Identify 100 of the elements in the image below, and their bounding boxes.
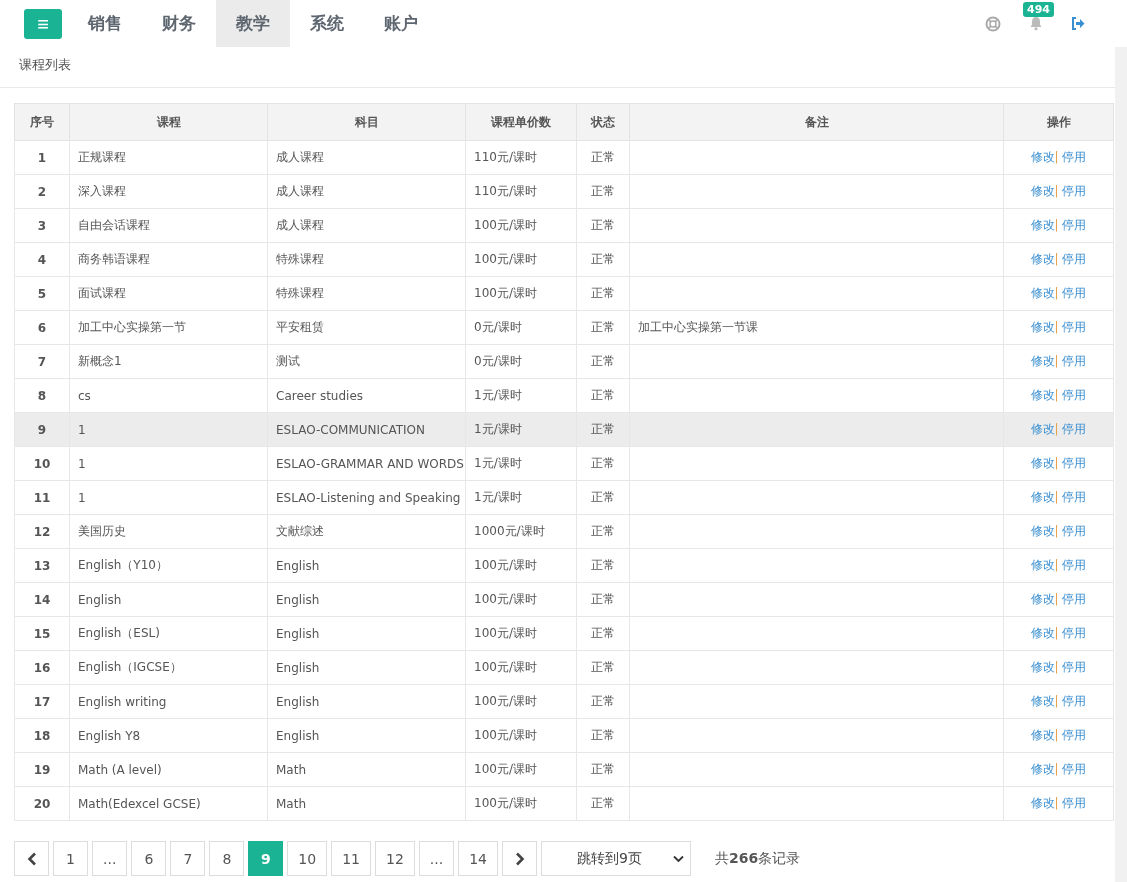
page-button[interactable]: 11 bbox=[331, 841, 371, 876]
next-page-button[interactable] bbox=[502, 841, 538, 876]
table-cell: 正常 bbox=[576, 786, 630, 821]
table-cell: 正规课程 bbox=[69, 140, 268, 175]
disable-link[interactable]: 停用 bbox=[1062, 286, 1087, 300]
record-count: 共266条记录 bbox=[715, 849, 801, 868]
table-cell: 1 bbox=[14, 140, 70, 175]
edit-link[interactable]: 修改 bbox=[1030, 184, 1055, 198]
previous-page-button[interactable] bbox=[14, 841, 49, 876]
separator: | bbox=[1054, 558, 1059, 572]
edit-link[interactable]: 修改 bbox=[1030, 694, 1055, 708]
edit-link[interactable]: 修改 bbox=[1030, 320, 1055, 334]
table-cell: 商务韩语课程 bbox=[69, 242, 268, 277]
table-cell: 100元/课时 bbox=[465, 650, 577, 685]
table-cell: 9 bbox=[14, 412, 70, 447]
table-cell: English bbox=[267, 718, 466, 753]
disable-link[interactable]: 停用 bbox=[1062, 388, 1087, 402]
nav-tab[interactable]: 系统 bbox=[290, 0, 364, 47]
disable-link[interactable]: 停用 bbox=[1062, 796, 1087, 810]
edit-link[interactable]: 修改 bbox=[1030, 388, 1055, 402]
page-button[interactable]: 9 bbox=[248, 841, 284, 876]
disable-link[interactable]: 停用 bbox=[1062, 320, 1087, 334]
table-cell: 正常 bbox=[576, 208, 630, 243]
column-header: 序号 bbox=[14, 103, 70, 141]
separator: | bbox=[1054, 626, 1059, 640]
table-cell: 14 bbox=[14, 582, 70, 617]
table-cell: 100元/课时 bbox=[465, 786, 577, 821]
separator: | bbox=[1054, 456, 1059, 470]
disable-link[interactable]: 停用 bbox=[1062, 762, 1087, 776]
disable-link[interactable]: 停用 bbox=[1062, 218, 1087, 232]
edit-link[interactable]: 修改 bbox=[1030, 218, 1055, 232]
table-cell: 1000元/课时 bbox=[465, 514, 577, 549]
table-cell: 正常 bbox=[576, 616, 630, 651]
disable-link[interactable]: 停用 bbox=[1062, 422, 1087, 436]
table-cell: 0元/课时 bbox=[465, 344, 577, 379]
page-button[interactable]: 8 bbox=[209, 841, 245, 876]
edit-link[interactable]: 修改 bbox=[1030, 796, 1055, 810]
edit-link[interactable]: 修改 bbox=[1030, 422, 1055, 436]
column-header: 课程 bbox=[69, 103, 268, 141]
nav-tab[interactable]: 教学 bbox=[216, 0, 290, 47]
table-cell: English（IGCSE） bbox=[69, 650, 268, 685]
scrollbar[interactable] bbox=[1115, 47, 1127, 882]
edit-link[interactable]: 修改 bbox=[1030, 490, 1055, 504]
disable-link[interactable]: 停用 bbox=[1062, 456, 1087, 470]
edit-link[interactable]: 修改 bbox=[1030, 150, 1055, 164]
edit-link[interactable]: 修改 bbox=[1030, 626, 1055, 640]
disable-link[interactable]: 停用 bbox=[1062, 184, 1087, 198]
page-button[interactable]: ... bbox=[92, 841, 128, 876]
nav-tab[interactable]: 财务 bbox=[142, 0, 216, 47]
disable-link[interactable]: 停用 bbox=[1062, 558, 1087, 572]
disable-link[interactable]: 停用 bbox=[1062, 660, 1087, 674]
nav-tab[interactable]: 销售 bbox=[68, 0, 142, 47]
nav-tab[interactable]: 账户 bbox=[364, 0, 438, 47]
table-cell: cs bbox=[69, 378, 268, 413]
edit-link[interactable]: 修改 bbox=[1030, 762, 1055, 776]
table-cell: 美国历史 bbox=[69, 514, 268, 549]
edit-link[interactable]: 修改 bbox=[1030, 592, 1055, 606]
page-button[interactable]: 1 bbox=[53, 841, 88, 876]
table-cell: 11 bbox=[14, 480, 70, 515]
table-cell: 正常 bbox=[576, 310, 630, 345]
disable-link[interactable]: 停用 bbox=[1062, 626, 1087, 640]
jump-to-page-select[interactable]: 跳转到9页 bbox=[541, 841, 692, 876]
separator: | bbox=[1054, 286, 1059, 300]
sign-out-icon[interactable] bbox=[1071, 17, 1085, 30]
table-cell: 17 bbox=[14, 684, 70, 719]
edit-link[interactable]: 修改 bbox=[1030, 660, 1055, 674]
column-header: 课程单价数 bbox=[465, 103, 577, 141]
disable-link[interactable]: 停用 bbox=[1062, 592, 1087, 606]
disable-link[interactable]: 停用 bbox=[1062, 252, 1087, 266]
disable-link[interactable]: 停用 bbox=[1062, 354, 1087, 368]
page-button[interactable]: 14 bbox=[458, 841, 499, 876]
edit-link[interactable]: 修改 bbox=[1030, 252, 1055, 266]
separator: | bbox=[1054, 422, 1059, 436]
menu-button[interactable]: ≡ bbox=[24, 8, 62, 39]
edit-link[interactable]: 修改 bbox=[1030, 354, 1055, 368]
page-button[interactable]: 12 bbox=[375, 841, 415, 876]
disable-link[interactable]: 停用 bbox=[1062, 524, 1087, 538]
page-button[interactable]: 10 bbox=[287, 841, 328, 876]
edit-link[interactable]: 修改 bbox=[1030, 456, 1055, 470]
edit-link[interactable]: 修改 bbox=[1030, 286, 1055, 300]
table-cell: 文献综述 bbox=[267, 514, 466, 549]
table-cell: 特殊课程 bbox=[267, 242, 466, 277]
edit-link[interactable]: 修改 bbox=[1030, 728, 1055, 742]
page-button[interactable]: ... bbox=[418, 841, 455, 876]
page-button[interactable]: 6 bbox=[131, 841, 167, 876]
edit-link[interactable]: 修改 bbox=[1030, 524, 1055, 538]
disable-link[interactable]: 停用 bbox=[1062, 150, 1087, 164]
disable-link[interactable]: 停用 bbox=[1062, 490, 1087, 504]
separator: | bbox=[1054, 218, 1059, 232]
edit-link[interactable]: 修改 bbox=[1030, 558, 1055, 572]
lifebuoy-icon[interactable] bbox=[985, 15, 1001, 32]
table-cell: 110元/课时 bbox=[465, 140, 577, 175]
breadcrumb: 课程列表 bbox=[19, 57, 71, 72]
bell-icon[interactable] bbox=[1029, 16, 1043, 31]
table-cell: ESLAO-COMMUNICATION bbox=[267, 412, 466, 447]
disable-link[interactable]: 停用 bbox=[1062, 728, 1087, 742]
table-cell: ESLAO-Listening and Speaking bbox=[267, 480, 466, 515]
table-cell: Math bbox=[267, 752, 466, 787]
disable-link[interactable]: 停用 bbox=[1062, 694, 1087, 708]
page-button[interactable]: 7 bbox=[170, 841, 206, 876]
